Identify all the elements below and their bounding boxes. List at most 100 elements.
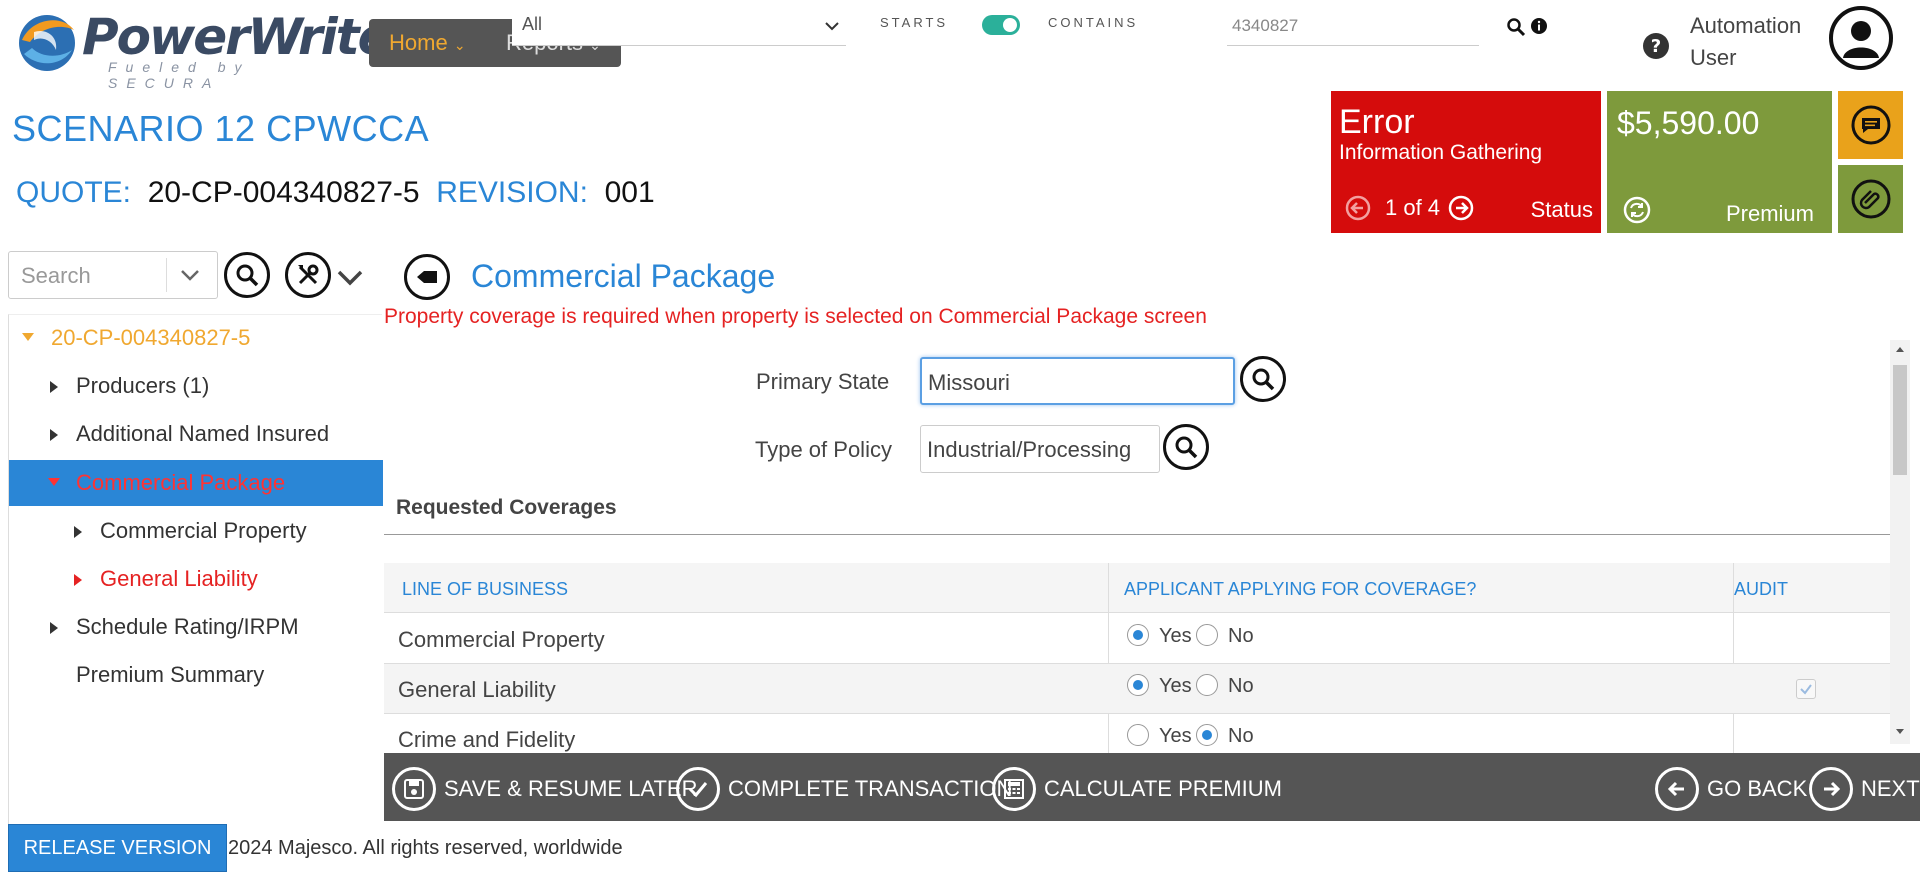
col-audit: AUDIT	[1734, 579, 1788, 599]
arrow-right-icon	[1809, 767, 1853, 811]
caret-right-icon	[74, 526, 82, 538]
tree-item-premium-summary[interactable]: Premium Summary	[9, 652, 383, 698]
quote-revision-line: QUOTE: 20-CP-004340827-5 REVISION: 001	[16, 176, 655, 210]
powerwriter-logo[interactable]: PowerWriter Fueled by SECURA	[10, 8, 414, 91]
chevron-down-icon	[825, 22, 839, 31]
premium-amount: $5,590.00	[1617, 105, 1760, 141]
svg-text:?: ?	[1651, 36, 1661, 57]
search-filter-select[interactable]: All	[512, 8, 846, 46]
radio-no[interactable]	[1196, 624, 1218, 646]
scrollbar-thumb[interactable]	[1893, 365, 1907, 475]
help-icon[interactable]: ?	[1642, 32, 1670, 60]
search-icon	[236, 264, 259, 287]
premium-label: Premium	[1725, 201, 1814, 226]
caret-right-icon	[50, 429, 58, 441]
notes-button[interactable]	[1838, 91, 1903, 159]
quote-search-input[interactable]: 4340827	[1227, 8, 1479, 46]
toggle-knob	[1003, 18, 1017, 32]
info-icon[interactable]	[1530, 17, 1548, 35]
user-name[interactable]: Automation User	[1690, 10, 1801, 74]
radio-no-label: No	[1228, 725, 1254, 747]
status-title: Error	[1339, 103, 1415, 141]
attachments-button[interactable]	[1838, 165, 1903, 233]
tree-item-producers[interactable]: Producers (1)	[9, 363, 383, 409]
tree-item-commercial-property[interactable]: Commercial Property	[9, 508, 383, 554]
scroll-down-icon[interactable]	[1895, 728, 1905, 736]
premium-tile[interactable]: $5,590.00 Premium	[1607, 91, 1832, 233]
starts-label: STARTS	[880, 15, 949, 30]
search-mode-toggle[interactable]	[982, 15, 1020, 35]
user-avatar-icon[interactable]	[1829, 6, 1893, 70]
radio-no[interactable]	[1196, 674, 1218, 696]
radio-yes[interactable]	[1127, 624, 1149, 646]
chevron-down-icon[interactable]	[179, 266, 201, 284]
table-header: LINE OF BUSINESS APPLICANT APPLYING FOR …	[384, 563, 1890, 613]
tree-item-schedule-rating[interactable]: Schedule Rating/IRPM	[9, 604, 383, 650]
action-bar: SAVE & RESUME LATER COMPLETE TRANSACTION…	[384, 753, 1920, 821]
copyright-text: 2024 Majesco. All rights reserved, world…	[228, 837, 623, 859]
table-row: Crime and Fidelity Yes No	[384, 714, 1890, 753]
filter-selected-value: All	[522, 14, 543, 34]
radio-yes[interactable]	[1127, 674, 1149, 696]
quote-label: QUOTE:	[16, 176, 132, 209]
search-icon	[1175, 436, 1198, 459]
search-icon[interactable]	[1506, 17, 1526, 37]
tools-button[interactable]	[285, 252, 331, 298]
status-subtitle: Information Gathering	[1339, 141, 1543, 164]
complete-transaction-button[interactable]: COMPLETE TRANSACTION	[676, 767, 1012, 811]
tree-item-additional-named-insured[interactable]: Additional Named Insured	[9, 411, 383, 457]
policy-type-label: Type of Policy	[755, 437, 892, 462]
sidebar-search-input[interactable]: Search	[8, 251, 218, 299]
tree-item-general-liability[interactable]: General Liability	[9, 556, 383, 602]
primary-state-lookup-button[interactable]	[1240, 356, 1286, 402]
refresh-icon[interactable]	[1623, 196, 1651, 224]
policy-type-lookup-button[interactable]	[1163, 424, 1209, 470]
calculate-premium-button[interactable]: CALCULATE PREMIUM	[992, 767, 1282, 811]
next-button[interactable]: NEXT	[1809, 767, 1920, 811]
arrow-left-tag-icon	[417, 271, 437, 283]
calculator-icon	[992, 767, 1036, 811]
logo-tagline: Fueled by SECURA	[108, 59, 251, 91]
status-pager: 1 of 4	[1345, 195, 1474, 221]
arrow-right-circle-icon[interactable]	[1448, 195, 1474, 221]
audit-checkbox[interactable]	[1796, 679, 1816, 699]
radio-no[interactable]	[1196, 724, 1218, 746]
requested-coverages-title: Requested Coverages	[396, 496, 617, 519]
tree-item-quote[interactable]: 20-CP-004340827-5	[9, 315, 383, 361]
policy-type-field[interactable]: Industrial/Processing	[920, 425, 1160, 473]
revision-label: REVISION:	[436, 176, 588, 209]
comment-icon	[1851, 105, 1891, 145]
radio-no-label: No	[1228, 625, 1254, 647]
cell-line-of-business: General Liability	[398, 677, 556, 702]
contains-label: CONTAINS	[1048, 15, 1139, 30]
caret-right-icon	[50, 622, 58, 634]
save-resume-button[interactable]: SAVE & RESUME LATER	[392, 767, 697, 811]
primary-state-field[interactable]: Missouri	[920, 357, 1235, 405]
checkmark-icon	[1800, 684, 1812, 695]
chevron-down-icon[interactable]	[336, 268, 364, 288]
caret-right-icon	[74, 574, 82, 586]
radio-yes-label: Yes	[1159, 725, 1192, 747]
primary-state-label: Primary State	[756, 369, 890, 394]
divider	[166, 258, 167, 292]
save-icon	[392, 767, 436, 811]
arrow-left-circle-icon[interactable]	[1345, 195, 1371, 221]
radio-yes[interactable]	[1127, 724, 1149, 746]
caret-down-icon	[48, 478, 60, 486]
tree-item-commercial-package[interactable]: Commercial Package	[9, 460, 383, 506]
content-scrollbar[interactable]	[1890, 340, 1910, 744]
scroll-up-icon[interactable]	[1895, 345, 1905, 353]
arrow-left-icon	[1655, 767, 1699, 811]
sidebar-search-button[interactable]	[224, 252, 270, 298]
go-back-button[interactable]: GO BACK	[1655, 767, 1807, 811]
divider	[384, 534, 1890, 535]
cell-line-of-business: Crime and Fidelity	[398, 727, 576, 752]
quote-number: 20-CP-004340827-5	[147, 176, 420, 209]
nav-home-menu[interactable]: Home ⌄	[389, 30, 466, 56]
release-version-button[interactable]: RELEASE VERSION	[8, 824, 227, 872]
collapse-sidebar-button[interactable]	[404, 254, 450, 300]
status-label: Status	[1530, 197, 1593, 222]
table-row: General Liability Yes No	[384, 664, 1890, 714]
status-tile[interactable]: Error Information Gathering 1 of 4 Statu…	[1331, 91, 1601, 233]
radio-yes-label: Yes	[1159, 675, 1192, 697]
